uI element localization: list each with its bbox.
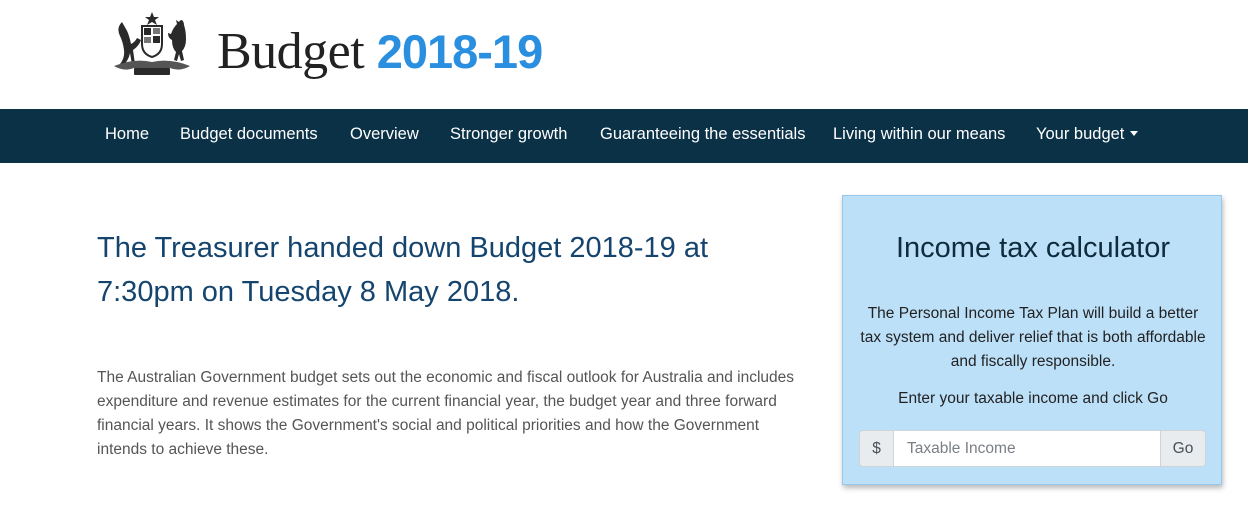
brand-year: 2018-19 <box>376 25 543 78</box>
nav-item-budget-documents[interactable]: Budget documents <box>180 109 318 163</box>
nav-item-living-within-our-means[interactable]: Living within our means <box>833 109 1005 163</box>
page-headline: The Treasurer handed down Budget 2018-19… <box>97 232 709 308</box>
site-header: Budget 2018-19 <box>0 0 1248 109</box>
nav-item-home[interactable]: Home <box>105 109 149 163</box>
nav-item-overview[interactable]: Overview <box>350 109 419 163</box>
site-title[interactable]: Budget 2018-19 <box>217 20 543 84</box>
nav-item-guaranteeing-the-essentials[interactable]: Guaranteeing the essentials <box>600 109 805 163</box>
intro-paragraph: The Australian Government budget sets ou… <box>97 369 795 458</box>
nav-item-your-budget-label: Your budget <box>1036 125 1125 143</box>
income-tax-calculator-panel: Income tax calculator The Personal Incom… <box>842 195 1222 485</box>
currency-addon: $ <box>859 430 894 467</box>
calculator-prompt: Enter your taxable income and click Go <box>898 390 1168 407</box>
nav-item-stronger-growth[interactable]: Stronger growth <box>450 109 567 163</box>
nav-item-your-budget-dropdown[interactable]: Your budget <box>1036 109 1139 163</box>
brand-word: Budget <box>217 23 365 80</box>
go-button[interactable]: Go <box>1160 430 1206 467</box>
taxable-income-input[interactable] <box>894 430 1160 467</box>
calculator-title: Income tax calculator <box>895 232 1170 264</box>
calculator-description: The Personal Income Tax Plan will build … <box>860 305 1206 370</box>
caret-down-icon <box>1130 131 1139 136</box>
commonwealth-coat-of-arms-icon[interactable] <box>104 10 200 80</box>
taxable-income-input-group: $ Go <box>859 430 1206 467</box>
main-navigation: Home Budget documents Overview Stronger … <box>0 109 1248 163</box>
